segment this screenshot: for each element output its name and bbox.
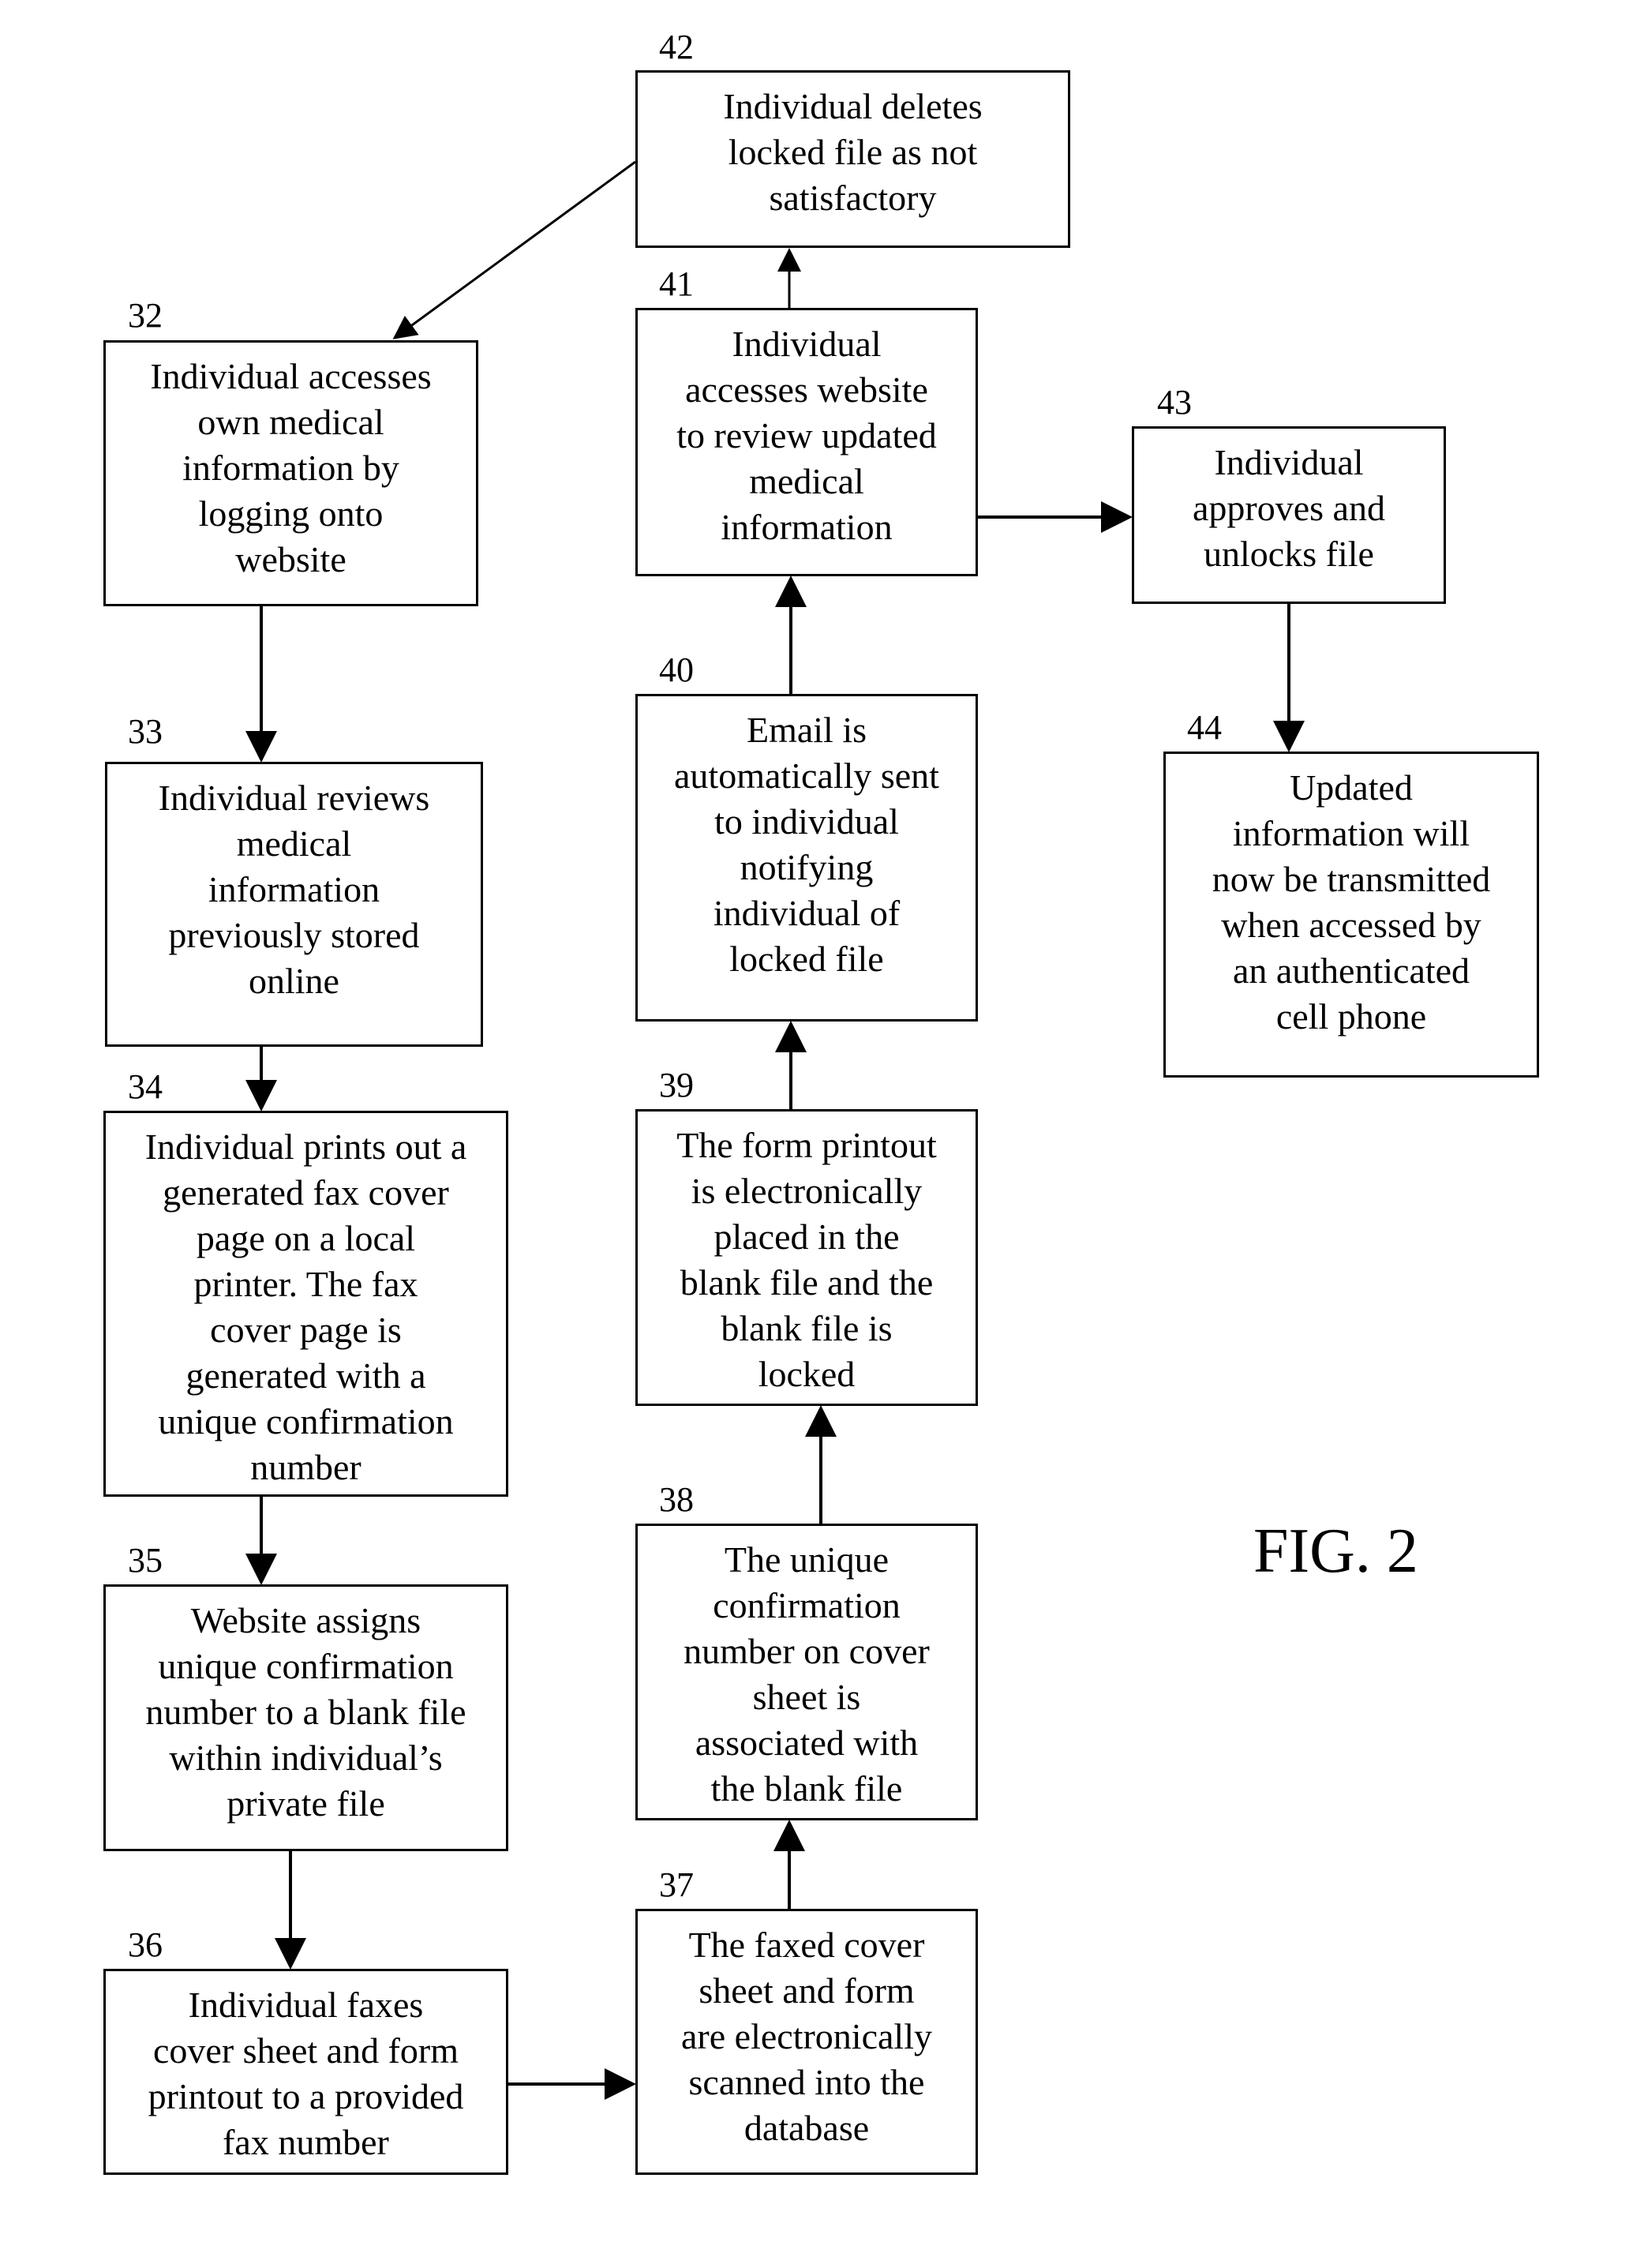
step-37-box: The faxed cover sheet and form are elect…	[635, 1909, 978, 2175]
step-43-text: Individual approves and unlocks file	[1193, 442, 1385, 574]
step-34-box: Individual prints out a generated fax co…	[103, 1111, 508, 1497]
step-40-text: Email is automatically sent to individua…	[674, 710, 939, 979]
step-36-box: Individual faxes cover sheet and form pr…	[103, 1969, 508, 2175]
step-38-ref: 38	[659, 1480, 694, 1519]
step-44-box: Updated information will now be transmit…	[1163, 752, 1539, 1078]
step-32-text: Individual accesses own medical informat…	[150, 356, 432, 579]
step-37-text: The faxed cover sheet and form are elect…	[681, 1925, 932, 2148]
step-34-text: Individual prints out a generated fax co…	[144, 1127, 467, 1487]
step-39-ref: 39	[659, 1066, 694, 1104]
step-42-ref: 42	[659, 28, 694, 66]
step-35-text: Website assigns unique confirmation numb…	[145, 1600, 466, 1824]
step-38-text: The unique confirmation number on cover …	[684, 1539, 930, 1809]
step-42-text: Individual deletes locked file as not sa…	[723, 86, 983, 218]
step-43-ref: 43	[1157, 383, 1192, 422]
step-35-ref: 35	[128, 1541, 163, 1580]
step-43-box: Individual approves and unlocks file	[1132, 426, 1446, 604]
step-33-ref: 33	[128, 712, 163, 751]
step-33-box: Individual reviews medical information p…	[105, 762, 483, 1047]
step-40-ref: 40	[659, 650, 694, 689]
step-35-box: Website assigns unique confirmation numb…	[103, 1584, 508, 1851]
step-41-box: Individual accesses website to review up…	[635, 308, 978, 576]
step-44-ref: 44	[1187, 708, 1222, 747]
step-42-box: Individual deletes locked file as not sa…	[635, 70, 1070, 248]
step-44-text: Updated information will now be transmit…	[1212, 767, 1491, 1037]
step-34-ref: 34	[128, 1067, 163, 1106]
step-39-box: The form printout is electronically plac…	[635, 1109, 978, 1406]
step-39-text: The form printout is electronically plac…	[676, 1125, 937, 1394]
step-41-ref: 41	[659, 264, 694, 303]
step-41-text: Individual accesses website to review up…	[676, 324, 937, 547]
step-37-ref: 37	[659, 1865, 694, 1904]
arrow-42-to-32	[392, 160, 636, 339]
step-38-box: The unique confirmation number on cover …	[635, 1524, 978, 1820]
step-36-text: Individual faxes cover sheet and form pr…	[148, 1985, 464, 2162]
step-32-ref: 32	[128, 296, 163, 335]
step-40-box: Email is automatically sent to individua…	[635, 694, 978, 1022]
step-32-box: Individual accesses own medical informat…	[103, 340, 478, 606]
figure-label: FIG. 2	[1253, 1516, 1418, 1586]
step-33-text: Individual reviews medical information p…	[158, 778, 430, 1001]
step-36-ref: 36	[128, 1925, 163, 1964]
